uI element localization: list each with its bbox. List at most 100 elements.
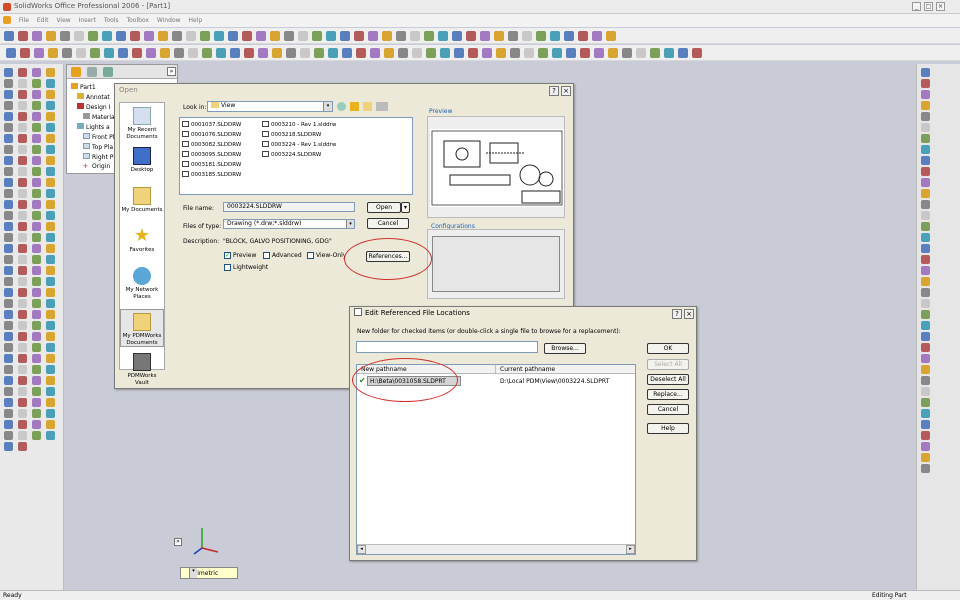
menu-edit[interactable]: Edit — [37, 14, 49, 27]
menu-view[interactable]: View — [56, 14, 70, 27]
toolbar-tool-icon[interactable] — [18, 310, 27, 319]
toolbar-tool-icon[interactable] — [592, 31, 602, 41]
toolbar-tool-icon[interactable] — [76, 48, 86, 58]
toolbar-tool-icon[interactable] — [550, 31, 560, 41]
toolbar-tool-icon[interactable] — [46, 134, 55, 143]
toolbar-tool-icon[interactable] — [18, 255, 27, 264]
toolbar-tool-icon[interactable] — [382, 31, 392, 41]
toolbar-tool-icon[interactable] — [440, 48, 450, 58]
toolbar-tool-icon[interactable] — [398, 48, 408, 58]
toolbar-tool-icon[interactable] — [452, 31, 462, 41]
toolbar-tool-icon[interactable] — [216, 48, 226, 58]
toolbar-tool-icon[interactable] — [692, 48, 702, 58]
horizontal-scrollbar[interactable]: ◂ ▸ — [357, 544, 635, 554]
toolbar-tool-icon[interactable] — [102, 31, 112, 41]
toolbar-tool-icon[interactable] — [32, 68, 41, 77]
toolbar-tool-icon[interactable] — [32, 189, 41, 198]
toolbar-tool-icon[interactable] — [921, 178, 930, 187]
toolbar-tool-icon[interactable] — [46, 277, 55, 286]
place-recent[interactable]: My Recent Documents — [120, 107, 164, 141]
toolbar-tool-icon[interactable] — [342, 48, 352, 58]
toolbar-tool-icon[interactable] — [244, 48, 254, 58]
toolbar-tool-icon[interactable] — [18, 68, 27, 77]
property-tab-icon[interactable] — [87, 67, 97, 77]
cancel-button[interactable]: Cancel — [367, 218, 409, 229]
collapse-panel-icon[interactable]: » — [174, 538, 182, 546]
toolbar-tool-icon[interactable] — [32, 365, 41, 374]
file-item[interactable]: 0003181.SLDDRW — [182, 161, 241, 168]
toolbar-tool-icon[interactable] — [524, 48, 534, 58]
toolbar-tool-icon[interactable] — [921, 112, 930, 121]
toolbar-tool-icon[interactable] — [258, 48, 268, 58]
toolbar-tool-icon[interactable] — [46, 101, 55, 110]
toolbar-tool-icon[interactable] — [46, 288, 55, 297]
toolbar-tool-icon[interactable] — [298, 31, 308, 41]
toolbar-tool-icon[interactable] — [494, 31, 504, 41]
toolbar-tool-icon[interactable] — [4, 398, 13, 407]
toolbar-tool-icon[interactable] — [4, 244, 13, 253]
toolbar-tool-icon[interactable] — [46, 31, 56, 41]
toolbar-tool-icon[interactable] — [46, 123, 55, 132]
toolbar-tool-icon[interactable] — [62, 48, 72, 58]
toolbar-tool-icon[interactable] — [18, 79, 27, 88]
toolbar-tool-icon[interactable] — [18, 222, 27, 231]
toolbar-tool-icon[interactable] — [188, 48, 198, 58]
toolbar-tool-icon[interactable] — [18, 178, 27, 187]
toolbar-tool-icon[interactable] — [18, 365, 27, 374]
toolbar-tool-icon[interactable] — [921, 233, 930, 242]
toolbar-tool-icon[interactable] — [18, 244, 27, 253]
help-icon[interactable]: ? — [549, 86, 559, 96]
toolbar-tool-icon[interactable] — [354, 31, 364, 41]
close-icon[interactable]: × — [684, 309, 694, 319]
toolbar-tool-icon[interactable] — [32, 310, 41, 319]
toolbar-tool-icon[interactable] — [552, 48, 562, 58]
toolbar-tool-icon[interactable] — [32, 90, 41, 99]
toolbar-tool-icon[interactable] — [32, 409, 41, 418]
toolbar-tool-icon[interactable] — [4, 409, 13, 418]
file-item[interactable]: 0003082.SLDDRW — [182, 141, 241, 148]
toolbar-tool-icon[interactable] — [606, 31, 616, 41]
toolbar-tool-icon[interactable] — [46, 112, 55, 121]
toolbar-tool-icon[interactable] — [921, 343, 930, 352]
toolbar-tool-icon[interactable] — [4, 112, 13, 121]
toolbar-tool-icon[interactable] — [18, 156, 27, 165]
toolbar-tool-icon[interactable] — [18, 145, 27, 154]
toolbar-tool-icon[interactable] — [32, 288, 41, 297]
toolbar-tool-icon[interactable] — [4, 343, 13, 352]
toolbar-tool-icon[interactable] — [594, 48, 604, 58]
file-item[interactable]: 0003224 - Rev 1.slddrw — [262, 141, 336, 148]
toolbar-tool-icon[interactable] — [46, 354, 55, 363]
toolbar-tool-icon[interactable] — [921, 453, 930, 462]
feature-manager-tabs[interactable]: » — [67, 65, 177, 79]
toolbar-tool-icon[interactable] — [4, 134, 13, 143]
toolbar-tool-icon[interactable] — [174, 48, 184, 58]
files-of-type-select[interactable]: Drawing (*.drw;*.slddrw) ▾ — [223, 219, 355, 229]
toolbar-tool-icon[interactable] — [921, 299, 930, 308]
tree-item-right-plane[interactable]: Right Pl — [83, 153, 115, 161]
toolbar-tool-icon[interactable] — [46, 310, 55, 319]
select-all-button[interactable]: Select All — [647, 359, 689, 370]
configurations-list[interactable] — [432, 236, 560, 292]
toolbar-tool-icon[interactable] — [46, 420, 55, 429]
toolbar-tool-icon[interactable] — [921, 277, 930, 286]
toolbar-tool-icon[interactable] — [46, 211, 55, 220]
toolbar-tool-icon[interactable] — [4, 31, 14, 41]
toolbar-tool-icon[interactable] — [32, 123, 41, 132]
toolbar-tool-icon[interactable] — [921, 90, 930, 99]
toolbar-tool-icon[interactable] — [46, 255, 55, 264]
toolbar-tool-icon[interactable] — [46, 79, 55, 88]
toolbar-tool-icon[interactable] — [32, 134, 41, 143]
toolbar-tool-icon[interactable] — [921, 244, 930, 253]
toolbar-tool-icon[interactable] — [116, 31, 126, 41]
toolbar-tool-icon[interactable] — [32, 299, 41, 308]
toolbar-tool-icon[interactable] — [32, 431, 41, 440]
toolbar-tool-icon[interactable] — [32, 420, 41, 429]
toolbar-tool-icon[interactable] — [32, 398, 41, 407]
toolbar-tool-icon[interactable] — [32, 79, 41, 88]
toolbar-tool-icon[interactable] — [921, 321, 930, 330]
toolbar-tool-icon[interactable] — [4, 200, 13, 209]
toolbar-tool-icon[interactable] — [454, 48, 464, 58]
toolbar-tool-icon[interactable] — [18, 376, 27, 385]
maximize-icon[interactable]: □ — [924, 2, 933, 11]
toolbar-tool-icon[interactable] — [18, 134, 27, 143]
